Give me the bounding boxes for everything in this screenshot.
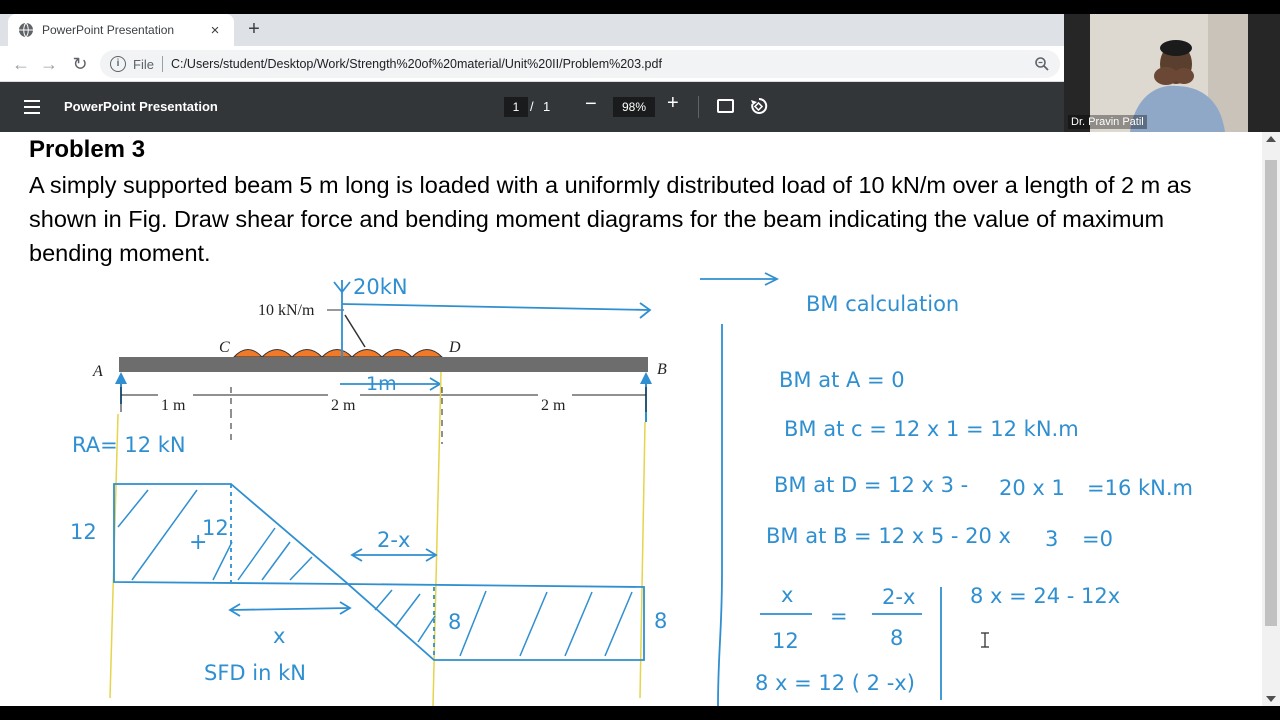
screen: PowerPoint Presentation × + ← → ↻ i File… — [0, 0, 1280, 720]
fraction-equals: = — [830, 604, 848, 628]
new-tab-button[interactable]: + — [243, 18, 265, 40]
tab-close-icon[interactable]: × — [206, 22, 224, 39]
vertical-scrollbar[interactable] — [1262, 132, 1280, 706]
sfd-label-8-inner: 8 — [448, 610, 461, 634]
pdf-document-title: PowerPoint Presentation — [64, 99, 218, 114]
reaction-ra: RA= 12 kN — [72, 433, 186, 457]
globe-icon — [19, 22, 33, 38]
dim-2m-left: 2 m — [331, 397, 356, 414]
bottom-strip — [0, 706, 1280, 720]
file-label: File — [133, 56, 154, 72]
browser-tab[interactable]: PowerPoint Presentation × — [8, 14, 234, 46]
bm-heading: BM calculation — [806, 292, 959, 316]
magnifier-icon[interactable] — [1034, 56, 1050, 72]
bm-at-d-part3: =16 kN.m — [1087, 476, 1193, 500]
zoom-out-button[interactable]: − — [585, 93, 597, 116]
scroll-down-arrow-icon[interactable] — [1266, 696, 1276, 702]
sfd-label-12-left: 12 — [70, 520, 97, 544]
dim-2m-right: 2 m — [541, 397, 566, 414]
annotated-drawing: A B C D 10 kN/m 1 m 2 m 2 m 20kN 1m RA= … — [70, 272, 1193, 706]
sfd-plus-sign: + — [189, 530, 207, 555]
bm-at-a: BM at A = 0 — [779, 368, 905, 392]
toolbar-divider — [698, 96, 699, 118]
zoom-level-input[interactable]: 98% — [613, 97, 655, 117]
label-b: B — [657, 361, 667, 378]
udl-label: 10 kN/m — [258, 302, 315, 319]
fraction-8: 8 — [890, 626, 903, 650]
menu-icon[interactable] — [24, 100, 40, 114]
sfd-caption: SFD in kN — [204, 661, 306, 685]
beam — [119, 357, 648, 372]
omnibox-separator — [161, 56, 163, 72]
support-arrow-a-icon — [115, 372, 127, 384]
back-arrow-icon[interactable]: ← — [10, 53, 32, 75]
sfd-label-x: x — [273, 624, 285, 648]
fit-page-icon[interactable] — [717, 99, 734, 113]
rotate-icon[interactable] — [750, 97, 768, 115]
info-icon[interactable]: i — [110, 56, 126, 72]
bm-at-b-part1: BM at B = 12 x 5 - 20 x — [766, 524, 1011, 548]
page-total: 1 — [543, 99, 551, 114]
scroll-thumb[interactable] — [1265, 160, 1277, 626]
label-d: D — [448, 339, 461, 356]
support-arrow-b-icon — [640, 372, 652, 384]
page-number-input[interactable]: 1 — [504, 97, 528, 117]
reload-icon[interactable]: ↻ — [69, 53, 91, 75]
bm-at-d-part1: BM at D = 12 x 3 - — [774, 473, 968, 497]
equation-8x-24: 8 x = 24 - 12x — [970, 584, 1120, 608]
dimension-lines — [120, 387, 647, 444]
sfd-label-8-right: 8 — [654, 609, 667, 633]
scroll-up-arrow-icon[interactable] — [1266, 136, 1276, 142]
presenter-name: Dr. Pravin Patil — [1068, 115, 1147, 129]
tab-title: PowerPoint Presentation — [42, 23, 175, 37]
bm-at-b-part3: =0 — [1082, 527, 1113, 551]
label-a: A — [92, 363, 103, 380]
pdf-page: Problem 3 A simply supported beam 5 m lo… — [0, 132, 1262, 706]
half-span-1m: 1m — [366, 373, 397, 395]
fraction-12: 12 — [772, 629, 799, 653]
page-separator: / — [530, 99, 534, 114]
webcam-overlay: Dr. Pravin Patil — [1064, 14, 1280, 132]
top-strip — [0, 0, 1280, 14]
bm-at-c: BM at c = 12 x 1 = 12 kN.m — [784, 417, 1079, 441]
fraction-2-minus-x: 2-x — [882, 585, 915, 609]
text-cursor-icon — [981, 632, 989, 648]
dim-1m: 1 m — [161, 397, 186, 414]
sfd-label-2-minus-x: 2-x — [377, 528, 410, 552]
label-c: C — [219, 339, 230, 356]
url-text[interactable]: C:/Users/student/Desktop/Work/Strength%2… — [171, 57, 662, 71]
udl-load — [232, 349, 444, 358]
omnibox[interactable]: i File C:/Users/student/Desktop/Work/Str… — [100, 50, 1060, 78]
bm-at-b-part2: 3 — [1045, 527, 1058, 551]
fraction-x: x — [781, 583, 793, 607]
forward-arrow-icon[interactable]: → — [38, 53, 60, 75]
bm-at-d-part2: 20 x 1 — [999, 476, 1065, 500]
equation-8x-12: 8 x = 12 ( 2 -x) — [755, 671, 915, 695]
resultant-20kn: 20kN — [353, 275, 408, 299]
sfd-negative-region — [345, 583, 645, 661]
zoom-in-button[interactable]: + — [667, 92, 679, 115]
